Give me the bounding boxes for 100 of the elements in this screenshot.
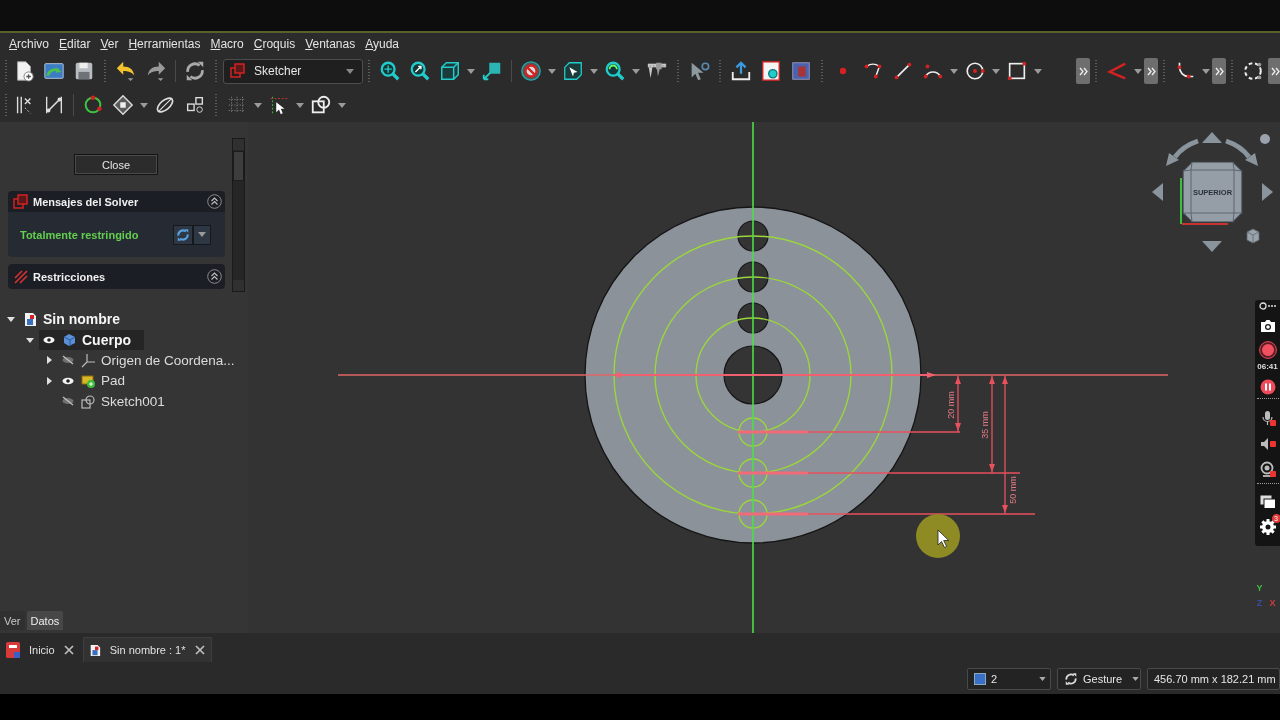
overlap-shapes-icon[interactable] xyxy=(310,94,332,116)
dashed-circle-icon[interactable] xyxy=(1242,60,1264,82)
save-icon[interactable] xyxy=(73,60,95,82)
panel-tab[interactable]: Ver xyxy=(0,611,25,630)
caret-icon[interactable] xyxy=(590,68,598,74)
more-options-icon[interactable] xyxy=(1258,302,1277,310)
caret-icon[interactable] xyxy=(632,68,640,74)
speaker-muted-icon[interactable] xyxy=(1259,437,1276,451)
caret-icon[interactable] xyxy=(548,68,556,74)
cube-icon[interactable] xyxy=(1246,228,1260,244)
close-icon[interactable] xyxy=(194,645,205,655)
panel-tab[interactable]: Datos xyxy=(26,611,64,630)
caret-icon[interactable] xyxy=(338,102,346,108)
center-hole xyxy=(723,345,783,405)
redo-icon[interactable] xyxy=(145,60,167,82)
magnifier-icon[interactable] xyxy=(604,60,626,82)
tree-item[interactable]: Origen de Coordena... xyxy=(58,350,248,371)
refresh-button[interactable] xyxy=(173,224,193,245)
scrollbar-thumb[interactable] xyxy=(233,151,244,181)
line-icon[interactable] xyxy=(892,60,914,82)
record-icon[interactable] xyxy=(1258,341,1277,359)
menu-item[interactable]: Croquis xyxy=(249,36,300,51)
eye-crossed-icon[interactable] xyxy=(62,396,74,407)
menu-item[interactable]: Ayuda xyxy=(361,36,403,51)
close-button[interactable]: Close xyxy=(74,154,158,175)
caret-icon[interactable] xyxy=(1134,68,1142,74)
document-tab[interactable]: Sin nombre : 1* xyxy=(82,637,212,662)
circle-icon[interactable] xyxy=(964,60,986,82)
menu-item[interactable]: Archivo xyxy=(5,36,54,51)
tree-item[interactable]: Cuerpo xyxy=(39,329,144,350)
arrow-left-icon[interactable] xyxy=(1152,183,1163,201)
undo-icon[interactable] xyxy=(115,60,137,82)
caret-icon[interactable] xyxy=(950,68,958,74)
overflow-button[interactable] xyxy=(1268,58,1280,84)
no-entry-icon[interactable] xyxy=(520,60,542,82)
caret-right-icon[interactable] xyxy=(45,376,53,385)
collapse-chevrons-icon[interactable] xyxy=(207,269,222,284)
navigation-dropdown[interactable]: Gesture xyxy=(1057,668,1141,690)
recording-time: 06:41 xyxy=(1257,362,1278,372)
circle-points-icon[interactable] xyxy=(82,94,104,116)
refresh-icon[interactable] xyxy=(184,60,206,82)
workbench-dropdown[interactable]: Sketcher xyxy=(223,58,363,84)
panel-icon[interactable] xyxy=(790,60,812,82)
eye-icon[interactable] xyxy=(43,334,55,345)
caret-right-icon[interactable] xyxy=(45,356,53,365)
camera-icon[interactable] xyxy=(1259,319,1276,333)
arrow-up-icon[interactable] xyxy=(1202,132,1222,143)
rotate-right-icon[interactable] xyxy=(1225,138,1258,166)
angle-icon[interactable] xyxy=(1106,60,1128,82)
rectangle-icon[interactable] xyxy=(1006,60,1028,82)
dropdown-button[interactable] xyxy=(193,224,211,245)
arrow-right-icon[interactable] xyxy=(1262,183,1273,201)
view-size-dropdown[interactable]: 456.70 mm x 182.21 mm xyxy=(1147,668,1280,690)
overflow-button[interactable] xyxy=(1076,58,1090,84)
menu-item[interactable]: Ventanas xyxy=(301,36,360,51)
menu-item[interactable]: Herramientas xyxy=(124,36,205,51)
tree-item[interactable]: Sin nombre xyxy=(20,309,133,330)
caret-icon[interactable] xyxy=(296,102,304,108)
squares-icon[interactable] xyxy=(184,94,206,116)
pause-icon[interactable] xyxy=(1259,379,1276,395)
caret-icon[interactable] xyxy=(1202,68,1210,74)
collapse-chevrons-icon[interactable] xyxy=(207,194,222,209)
eye-icon[interactable] xyxy=(62,375,74,386)
caret-down-icon[interactable] xyxy=(26,335,34,344)
caret-icon[interactable] xyxy=(254,102,262,108)
caret-icon[interactable] xyxy=(140,102,148,108)
zoom-fit-icon[interactable] xyxy=(379,60,401,82)
export-icon[interactable] xyxy=(730,60,752,82)
diamond-icon[interactable] xyxy=(112,94,134,116)
dropdown[interactable]: 2 xyxy=(967,668,1051,690)
caret-icon[interactable] xyxy=(467,68,475,74)
arrow-down-icon[interactable] xyxy=(1202,241,1222,252)
open-file-icon[interactable] xyxy=(43,60,65,82)
eye-crossed-icon[interactable] xyxy=(62,355,74,366)
windows-icon[interactable] xyxy=(1259,495,1276,509)
tree-item[interactable]: Pad xyxy=(58,370,139,391)
microphone-muted-icon[interactable] xyxy=(1259,410,1276,426)
tree-item[interactable]: Sketch001 xyxy=(58,391,178,412)
menu-item[interactable]: Macro xyxy=(206,36,248,51)
scrollbar[interactable] xyxy=(232,138,245,292)
zoom-selection-icon[interactable] xyxy=(409,60,431,82)
arrow-square-icon[interactable] xyxy=(481,60,503,82)
caret-icon[interactable] xyxy=(1034,68,1042,74)
document-search-icon[interactable] xyxy=(760,60,782,82)
menu-item[interactable]: Editar xyxy=(55,36,95,51)
gear-icon[interactable] xyxy=(1258,518,1277,536)
menu-dot-icon[interactable] xyxy=(1260,134,1270,144)
cube-cursor-icon[interactable] xyxy=(562,60,584,82)
distance-icon[interactable] xyxy=(43,94,65,116)
caret-icon[interactable] xyxy=(992,68,1000,74)
webcam-muted-icon[interactable] xyxy=(1259,461,1276,477)
overflow-button[interactable] xyxy=(1144,58,1158,84)
view-cube[interactable] xyxy=(1182,161,1243,223)
wireframe-cube-icon[interactable] xyxy=(439,60,461,82)
rotate-left-icon[interactable] xyxy=(1166,138,1199,166)
ellipse-icon[interactable] xyxy=(154,94,176,116)
close-icon[interactable] xyxy=(63,645,74,655)
menu-item[interactable]: Ver xyxy=(96,36,123,51)
caret-down-icon[interactable] xyxy=(7,315,15,324)
overflow-button[interactable] xyxy=(1212,58,1226,84)
